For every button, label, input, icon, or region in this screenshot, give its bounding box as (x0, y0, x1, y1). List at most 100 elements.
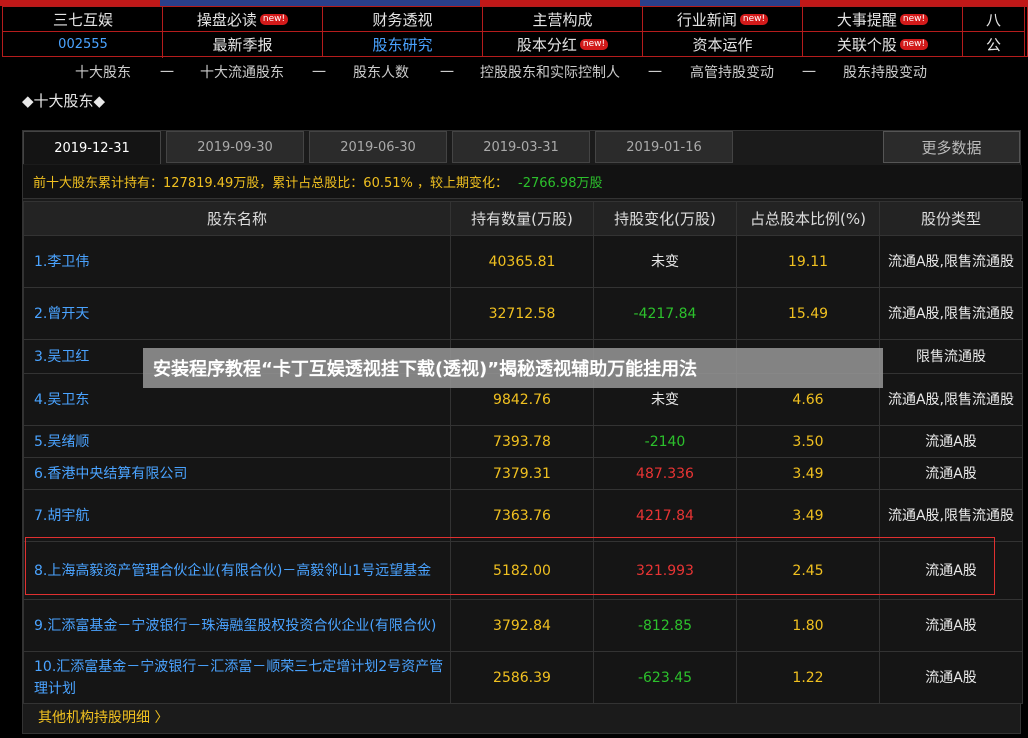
holding-quantity: 32712.58 (450, 287, 594, 340)
subnav-link[interactable]: 控股股东和实际控制人 (480, 62, 620, 82)
shareholder-name-link[interactable]: 8.上海高毅资产管理合伙企业(有限合伙)－高毅邻山1号远望基金 (23, 541, 451, 600)
holding-change: -812.85 (593, 599, 737, 652)
subnav-link[interactable]: 股东人数 (353, 62, 409, 82)
shareholders-panel: 2019-12-31 2019-09-30 2019-06-30 2019-03-31… (22, 130, 1023, 734)
nav-item-label: 行业新闻 (676, 10, 737, 29)
nav-item[interactable]: 关联个股 new! (803, 32, 963, 57)
table-row: 6.香港中央结算有限公司 7379.31 487.336 3.49 流通A股 (23, 457, 1023, 490)
shareholder-name-link[interactable]: 5.吴绪顺 (23, 425, 451, 458)
holding-percent: 15.49 (736, 287, 880, 340)
nav-item[interactable]: 股东研究 (323, 32, 483, 57)
nav-item-label: 股本分红 (516, 35, 577, 54)
nav-item-label: 八 (985, 10, 1001, 29)
other-institutions-link[interactable]: 其他机构持股明细 〉 (38, 707, 168, 727)
holding-percent: 1.80 (736, 599, 880, 652)
shareholder-name-link[interactable]: 9.汇添富基金－宁波银行－珠海融玺股权投资合伙企业(有限合伙) (23, 599, 451, 652)
subnav-link[interactable]: 股东持股变动 (843, 62, 927, 82)
share-type: 流通A股,限售流通股 (879, 373, 1023, 426)
column-header: 持股变化(万股) (593, 201, 737, 236)
top-shareholders-table: 股东名称 持有数量(万股) 持股变化(万股) 占总股本比例(%) 股份类型 1.李卫伟 4… (23, 201, 1023, 704)
nav-item-label: 股东研究 (372, 35, 433, 54)
holding-percent: 19.11 (736, 235, 880, 288)
subnav-separator: 一 (312, 65, 326, 81)
shareholder-name-link[interactable]: 7.胡宇航 (23, 489, 451, 542)
holding-percent: 3.49 (736, 489, 880, 542)
nav-item[interactable]: 最新季报 (163, 32, 323, 57)
nav-item[interactable]: 八 (963, 7, 1025, 32)
nav-item[interactable]: 主营构成 (483, 7, 643, 32)
shareholder-name-link[interactable]: 10.汇添富基金－宁波银行－汇添富－顺荣三七定增计划2号资产管理计划 (23, 651, 451, 704)
shareholder-name-link[interactable]: 1.李卫伟 (23, 235, 451, 288)
nav-item-label: 操盘必读 (196, 10, 257, 29)
nav-item[interactable]: 资本运作 (643, 32, 803, 57)
holding-quantity: 7379.31 (450, 457, 594, 490)
stock-name: 三七互娱 (3, 7, 163, 32)
holding-quantity: 40365.81 (450, 235, 594, 288)
nav-item[interactable]: 操盘必读 new! (163, 7, 323, 32)
holding-percent: 3.50 (736, 425, 880, 458)
table-row: 5.吴绪顺 7393.78 -2140 3.50 流通A股 (23, 425, 1023, 458)
nav-item[interactable]: 财务透视 (323, 7, 483, 32)
new-badge: new! (899, 13, 929, 25)
section-title: ◆十大股东◆ (22, 92, 106, 110)
date-tab[interactable]: 2019-12-31 (23, 131, 161, 164)
subnav-separator: 一 (802, 65, 816, 81)
holding-change: -623.45 (593, 651, 737, 704)
nav-item-label: 大事提醒 (836, 10, 897, 29)
new-badge: new! (899, 38, 929, 50)
holding-percent: 3.49 (736, 457, 880, 490)
holding-change: -4217.84 (593, 287, 737, 340)
summary-change: -2766.98万股 (518, 176, 603, 191)
date-tab[interactable]: 2019-01-16 (595, 131, 733, 163)
nav-item-label: 最新季报 (212, 35, 273, 54)
nav-item-label: 资本运作 (692, 35, 753, 54)
column-header: 持有数量(万股) (450, 201, 594, 236)
table-row: 1.李卫伟 40365.81 未变 19.11 流通A股,限售流通股 (23, 235, 1023, 288)
shareholder-name-link[interactable]: 6.香港中央结算有限公司 (23, 457, 451, 490)
subnav-separator: 一 (160, 65, 174, 81)
summary-bar: 前十大股东累计持有：127819.49万股，累计占总股比：60.51% ，较上期… (23, 165, 1022, 199)
nav-item[interactable]: 公 (963, 32, 1025, 57)
column-header: 股份类型 (879, 201, 1023, 236)
feature-nav-grid: 三七互娱 002555 操盘必读 new! 财务透视 主营构成 行业新闻 new! 大事提醒… (2, 6, 1028, 58)
share-type: 流通A股,限售流通股 (879, 489, 1023, 542)
share-type: 流通A股 (879, 425, 1023, 458)
shareholder-subnav: 十大股东 一 十大流通股东 一 股东人数 一 控股股东和实际控制人 一 高管持股变动 一 股东持股变… (0, 62, 1028, 82)
holding-percent: 1.22 (736, 651, 880, 704)
subnav-link[interactable]: 十大流通股东 (200, 62, 284, 82)
table-row: 8.上海高毅资产管理合伙企业(有限合伙)－高毅邻山1号远望基金 5182.00 32… (23, 541, 1023, 600)
share-type: 流通A股,限售流通股 (879, 235, 1023, 288)
subnav-link[interactable]: 十大股东 (75, 62, 131, 82)
holding-change: 321.993 (593, 541, 737, 600)
holding-change: 487.336 (593, 457, 737, 490)
subnav-link[interactable]: 高管持股变动 (690, 62, 774, 82)
watermark-banner: 安装程序教程“卡丁互娱透视挂下载(透视)”揭秘透视辅助万能挂用法 (143, 348, 883, 388)
summary-text: 前十大股东累计持有：127819.49万股，累计占总股比：60.51% ，较上期… (33, 176, 509, 191)
shareholder-name-link[interactable]: 2.曾开天 (23, 287, 451, 340)
holding-quantity: 7393.78 (450, 425, 594, 458)
date-tab[interactable]: 2019-06-30 (309, 131, 447, 163)
holding-percent: 2.45 (736, 541, 880, 600)
more-data-button[interactable]: 更多数据 (883, 131, 1020, 163)
table-row: 9.汇添富基金－宁波银行－珠海融玺股权投资合伙企业(有限合伙) 3792.84 -8… (23, 599, 1023, 652)
subnav-separator: 一 (440, 65, 454, 81)
table-header-row: 股东名称 持有数量(万股) 持股变化(万股) 占总股本比例(%) 股份类型 (23, 201, 1023, 236)
share-type: 流通A股 (879, 457, 1023, 490)
column-header: 占总股本比例(%) (736, 201, 880, 236)
holding-quantity: 7363.76 (450, 489, 594, 542)
nav-item[interactable]: 行业新闻 new! (643, 7, 803, 32)
table-row: 10.汇添富基金－宁波银行－汇添富－顺荣三七定增计划2号资产管理计划 2586.3… (23, 651, 1023, 704)
nav-item[interactable]: 大事提醒 new! (803, 7, 963, 32)
stock-code: 002555 (58, 37, 108, 52)
share-type: 流通A股,限售流通股 (879, 287, 1023, 340)
holding-change: 4217.84 (593, 489, 737, 542)
date-tab[interactable]: 2019-09-30 (166, 131, 304, 163)
new-badge: new! (259, 13, 289, 25)
share-type: 流通A股 (879, 651, 1023, 704)
nav-item[interactable]: 股本分红 new! (483, 32, 643, 57)
date-tab[interactable]: 2019-03-31 (452, 131, 590, 163)
share-type: 流通A股 (879, 599, 1023, 652)
holding-quantity: 3792.84 (450, 599, 594, 652)
new-badge: new! (579, 38, 609, 50)
nav-item-label: 主营构成 (532, 10, 593, 29)
